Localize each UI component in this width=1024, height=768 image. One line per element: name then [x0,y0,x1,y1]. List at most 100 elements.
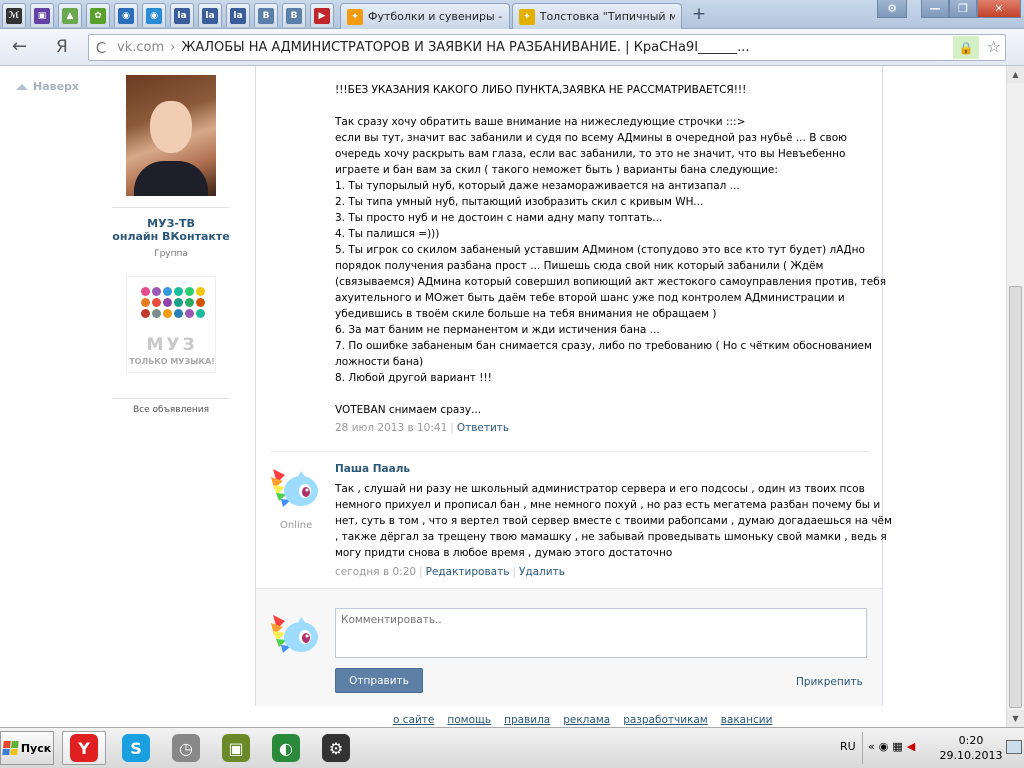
back-button[interactable]: ← [12,37,27,57]
footer-link[interactable]: вакансии [721,714,773,726]
comment-line: немного прихуел и прописал бан , мне нем… [335,499,881,511]
post-line: 3. Ты просто нуб и не достоин с нами адн… [335,212,663,224]
vertical-scrollbar[interactable]: ▲ ▼ [1006,66,1024,727]
post-line: если вы тут, значит вас забанили и судя … [335,132,847,144]
post-line: VOTEBAN снимаем сразу... [335,404,482,416]
pinned-tab[interactable]: la [226,3,250,27]
new-tab-button[interactable]: + [690,5,708,23]
address-bar[interactable]: C vk.com › ЖАЛОБЫ НА АДМИНИСТРАТОРОВ И З… [88,34,1006,61]
taskbar-app[interactable]: ◷ [164,731,208,765]
steam-icon: ⚙ [322,734,350,762]
yandex-logo-icon: Я [56,37,68,57]
scroll-up-arrow-icon[interactable]: ▲ [1007,66,1024,83]
reply-form: Отправить Прикрепить [256,588,882,706]
comment-input[interactable] [335,608,867,658]
group-type-label: Группа [154,249,188,259]
group-avatar-photo[interactable] [126,75,216,196]
reload-icon[interactable]: C [89,39,113,57]
pinned-tab[interactable]: la [170,3,194,27]
logo-dot [185,309,194,318]
headset-icon: ◐ [272,734,300,762]
bookmark-star-icon[interactable]: ☆ [987,37,1001,56]
language-indicator[interactable]: RU [840,740,856,753]
tray-expand-icon[interactable]: « [868,740,875,753]
url-domain: vk.com [117,40,165,55]
maximize-button[interactable]: ❐ [949,0,977,18]
comment-line: могу придти снова в любое время , думаю … [335,547,673,559]
steam-tray-icon[interactable]: ◉ [879,740,889,753]
pinned-tab[interactable]: ◉ [142,3,166,27]
logo-dot [185,298,194,307]
comment-date[interactable]: сегодня в 0:20 [335,566,416,578]
taskbar-app[interactable]: ◐ [264,731,308,765]
comment-author-link[interactable]: Паша Пааль [335,463,410,475]
taskbar-app[interactable]: Y [62,731,106,765]
all-ads-link[interactable]: Все объявления [112,405,230,415]
lock-icon[interactable]: 🔒 [953,36,979,59]
footer-link[interactable]: помощь [447,714,491,726]
start-button[interactable]: Пуск [0,731,54,765]
divider [112,207,230,208]
logo-dot [185,287,194,296]
comment-meta: сегодня в 0:20 | Редактировать | Удалить [335,566,565,578]
footer-link[interactable]: разработчикам [623,714,708,726]
pinned-tab[interactable]: ◉ [114,3,138,27]
show-desktop-button[interactable] [1006,740,1022,754]
divider [112,398,230,399]
logo-dot [174,309,183,318]
pinned-tab[interactable]: ✿ [86,3,110,27]
comment-lines: Так , слушай ни разу не школьный админис… [335,481,892,561]
browser-toolbar: ← Я C vk.com › ЖАЛОБЫ НА АДМИНИСТРАТОРОВ… [0,29,1024,66]
logo-dot [152,287,161,296]
edit-comment-link[interactable]: Редактировать [426,566,510,578]
yandex-button[interactable]: Я [56,37,68,57]
reply-link[interactable]: Ответить [457,422,509,434]
taskbar-app[interactable]: ▣ [214,731,258,765]
commenter-avatar[interactable] [271,461,321,511]
post-line: 8. Любой другой вариант !!! [335,372,492,384]
post-line: 4. Ты палишся =))) [335,228,440,240]
tab-title: Толстовка "Типичный м [539,10,675,23]
post-body: !!!БЕЗ УКАЗАНИЯ КАКОГО ЛИБО ПУНКТА,ЗАЯВК… [335,66,887,436]
my-avatar[interactable] [271,607,321,657]
pinned-tab[interactable]: ▶ [310,3,334,27]
send-button[interactable]: Отправить [335,668,423,693]
post-line: 7. По ошибке забаненым бан снимается сра… [335,340,872,352]
muz-tv-ad-banner[interactable]: МУЗ ТОЛЬКО МУЗЫКА! [126,276,216,373]
back-to-top-link[interactable]: Наверх [16,80,79,93]
game-launcher-icon: ▣ [222,734,250,762]
pinned-tab[interactable]: ℳ [2,3,26,27]
footer-link[interactable]: реклама [563,714,610,726]
footer-link[interactable]: о сайте [393,714,434,726]
post-line [335,98,855,114]
close-window-button[interactable]: ✕ [977,0,1021,18]
scrollbar-thumb[interactable] [1009,286,1022,708]
volume-icon[interactable]: ◀ [907,740,915,753]
attach-link[interactable]: Прикрепить [796,676,863,688]
taskbar-app[interactable]: S [114,731,158,765]
group-name-link[interactable]: МУЗ-ТВ онлайн ВКонтакте [112,217,230,243]
browser-tab[interactable]: ✦ Футболки и сувениры - [340,3,510,29]
pinned-tab[interactable]: B [282,3,306,27]
footer-link[interactable]: правила [504,714,550,726]
post-line: (связываемся) АДмина который совершил во… [335,276,887,288]
minimize-icon: — [929,2,941,15]
muz-ad-word: МУЗ [146,335,198,355]
browser-settings-button[interactable]: ⚙ [877,0,907,18]
footer-links: о сайте помощь правила реклама разработчикам… [393,714,772,726]
pinned-tab[interactable]: la [198,3,222,27]
taskbar-app[interactable]: ⚙ [314,731,358,765]
minimize-button[interactable]: — [921,0,949,18]
pinned-tab[interactable]: B [254,3,278,27]
scroll-down-arrow-icon[interactable]: ▼ [1007,710,1024,727]
system-clock[interactable]: 0:20 29.10.2013 [936,733,1006,763]
pinned-tab[interactable]: ▣ [30,3,54,27]
post-date[interactable]: 28 июл 2013 в 10:41 [335,422,447,434]
start-label: Пуск [20,741,52,755]
post-line: !!!БЕЗ УКАЗАНИЯ КАКОГО ЛИБО ПУНКТА,ЗАЯВК… [335,84,747,96]
pinned-tab[interactable]: ▲ [58,3,82,27]
network-icon[interactable]: ▦ [892,740,902,753]
delete-comment-link[interactable]: Удалить [519,566,565,578]
logo-dot [174,298,183,307]
browser-tab[interactable]: ✦ Толстовка "Типичный м [512,3,682,29]
